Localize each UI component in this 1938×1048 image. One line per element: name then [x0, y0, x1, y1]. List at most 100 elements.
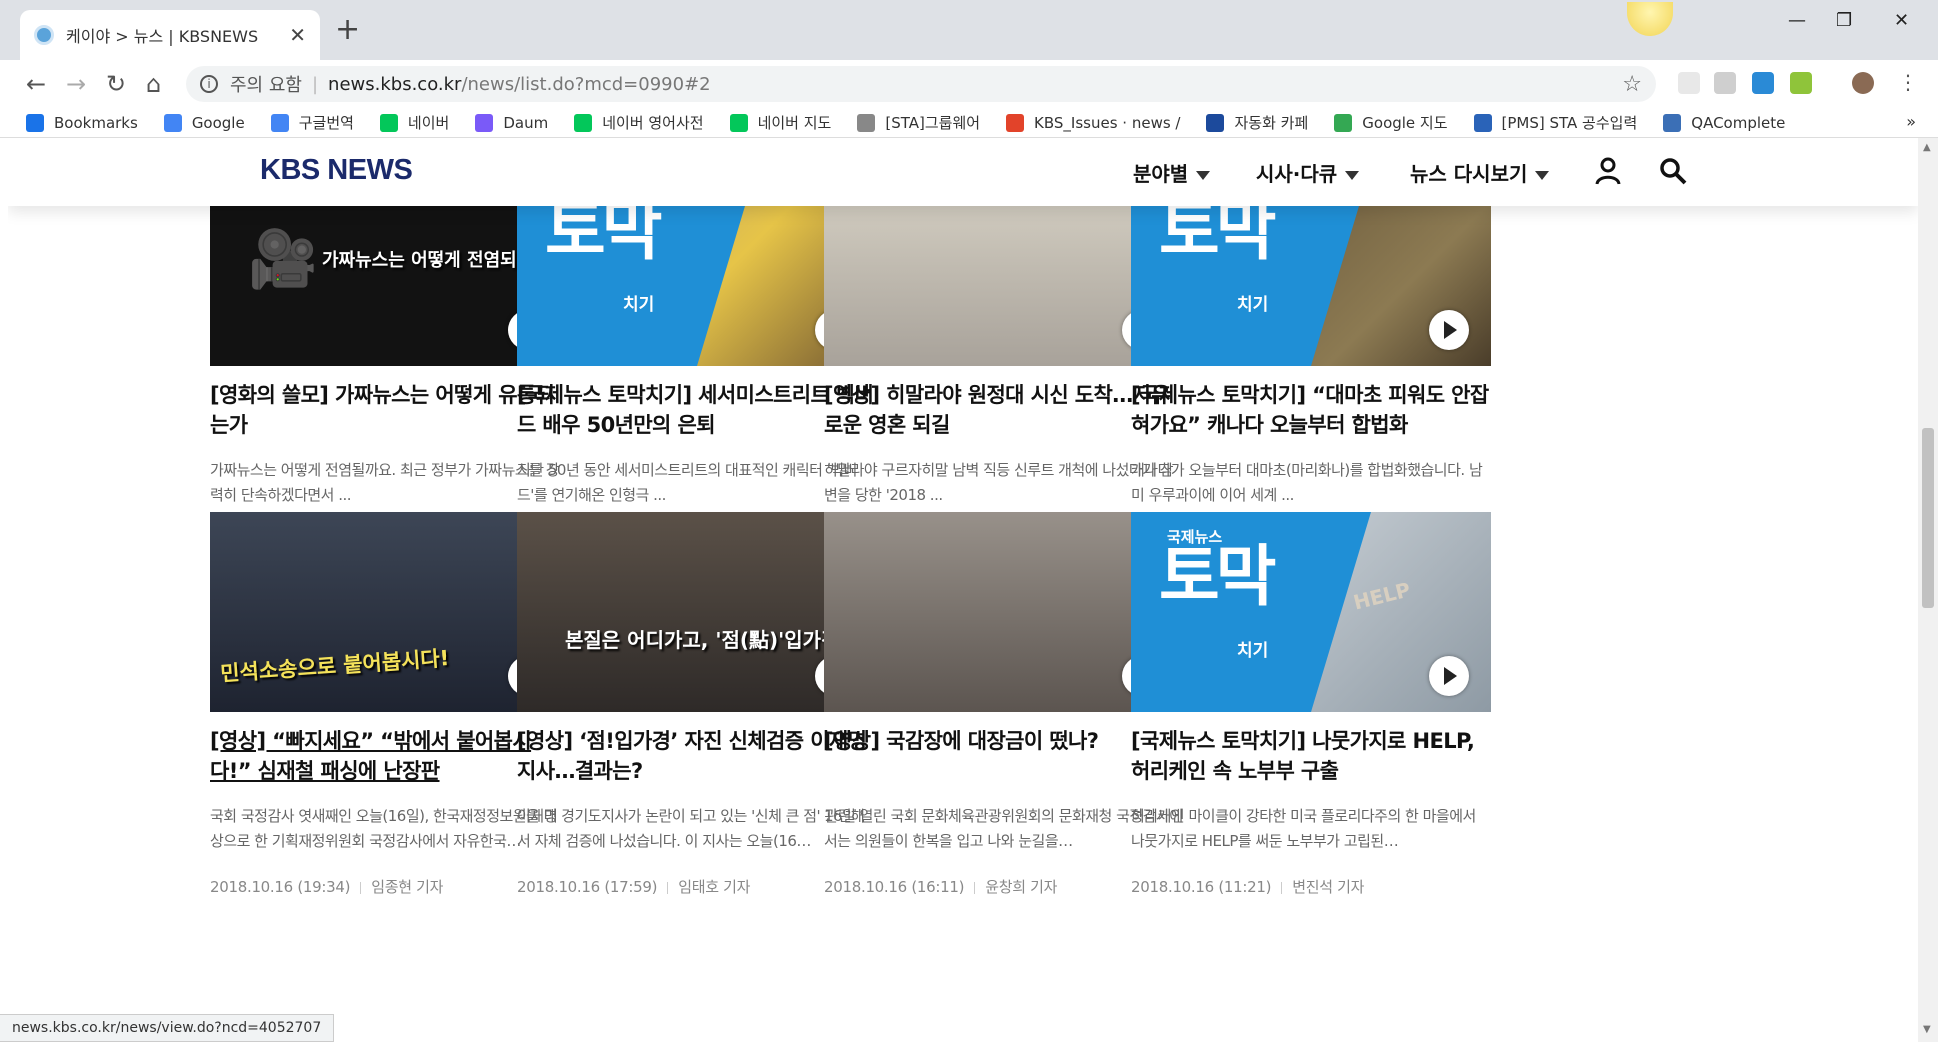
- thumbnail-series-subtitle: 치기: [1237, 641, 1269, 661]
- play-icon[interactable]: [1429, 310, 1469, 350]
- scroll-down-icon[interactable]: ▼: [1923, 1024, 1931, 1035]
- article-title[interactable]: [국제뉴스 토막치기] 나뭇가지로 HELP, 허리케인 속 노부부 구출: [1131, 726, 1491, 786]
- article-card[interactable]: [영상] 히말라야 원정대 시신 도착…자유로운 영혼 되길히말라야 구르자히말…: [824, 166, 1184, 551]
- menu-news-replay[interactable]: 뉴스 다시보기: [1410, 158, 1550, 187]
- bookmark-item[interactable]: Google 지도: [1334, 112, 1448, 133]
- article-title[interactable]: [국제뉴스 토막치기] 세서미스트리트 빅버드 배우 50년만의 은퇴: [517, 380, 877, 440]
- article-card[interactable]: 영화의 쓸모🎥가짜뉴스는 어떻게 전염되는가[영화의 쓸모] 가짜뉴스는 어떻게…: [210, 166, 570, 551]
- article-thumbnail[interactable]: [824, 512, 1184, 712]
- article-summary[interactable]: 지난 50년 동안 세서미스트리트의 대표적인 캐릭터 '빅버드'를 연기해온 …: [517, 458, 877, 508]
- google-icon: [163, 113, 182, 132]
- bookmark-item[interactable]: Bookmarks: [26, 113, 138, 132]
- pms-icon: [1473, 113, 1492, 132]
- bookmark-item[interactable]: Google: [163, 113, 245, 132]
- bookmark-item[interactable]: KBS_Issues · news /: [1006, 113, 1180, 132]
- article-card[interactable]: 본질은 어디가고, '점(點)'입가경 [영상] ‘점!입가경’ 자진 신체검증 …: [517, 512, 877, 897]
- bookmark-item[interactable]: Daum: [475, 113, 549, 132]
- article-card[interactable]: 민석소송으로 붙어봅시다! [영상] “빠지세요” “밖에서 붙어봅시다!” 심재…: [210, 512, 570, 897]
- bookmarks-overflow-button[interactable]: »: [1906, 112, 1916, 131]
- star-icon: [26, 113, 44, 132]
- address-bar[interactable]: i 주의 요함 | news.kbs.co.kr /news/list.do?m…: [186, 66, 1656, 102]
- extension-icon-1[interactable]: [1678, 72, 1700, 94]
- window-close-button[interactable]: ✕: [1894, 10, 1909, 31]
- article-reporter: 변진석 기자: [1292, 878, 1365, 896]
- extension-icon-2[interactable]: [1714, 72, 1736, 94]
- page-icon: [857, 113, 876, 132]
- bookmark-label: Daum: [503, 113, 549, 132]
- article-reporter: 윤창희 기자: [985, 878, 1058, 896]
- link-status-bar: news.kbs.co.kr/news/view.do?ncd=4052707: [0, 1014, 335, 1042]
- bookmark-item[interactable]: 네이버 영어사전: [574, 112, 704, 133]
- article-thumbnail[interactable]: 국제뉴스 토막 치기 HELP: [1131, 512, 1491, 712]
- article-meta: 2018.10.16 (17:59) 임태호 기자: [517, 876, 877, 897]
- play-icon[interactable]: [1429, 656, 1469, 696]
- article-meta: 2018.10.16 (11:21) 변진석 기자: [1131, 876, 1491, 897]
- url-host: news.kbs.co.kr: [328, 73, 462, 95]
- thumbnail-caption: 본질은 어디가고, '점(點)'입가경: [565, 628, 840, 652]
- bookmark-item[interactable]: 네이버: [379, 112, 449, 133]
- menu-current-affairs[interactable]: 시사·다큐: [1256, 158, 1360, 187]
- maximize-button[interactable]: ❐: [1836, 10, 1852, 31]
- article-summary[interactable]: 국회 국정감사 엿새째인 오늘(16일), 한국재정정보원을 대상으로 한 기획…: [210, 804, 570, 854]
- bookmark-item[interactable]: 네이버 지도: [729, 112, 831, 133]
- article-card[interactable]: 국제뉴스 토막 치기 HELP [국제뉴스 토막치기] 나뭇가지로 HELP, 허리케인…: [1131, 512, 1491, 897]
- browser-tab-active[interactable]: 케이야 > 뉴스 | KBSNEWS ✕: [20, 10, 320, 60]
- article-title[interactable]: [영상] 히말라야 원정대 시신 도착…자유로운 영혼 되길: [824, 380, 1184, 440]
- article-summary[interactable]: 허리케인 마이클이 강타한 미국 플로리다주의 한 마을에서 나뭇가지로 HEL…: [1131, 804, 1491, 854]
- article-title[interactable]: [영화의 쓸모] 가짜뉴스는 어떻게 유통되는가: [210, 380, 570, 440]
- bookmark-item[interactable]: QAComplete: [1663, 113, 1785, 132]
- url-path: /news/list.do?mcd=0990#2: [461, 73, 711, 95]
- article-title[interactable]: [영상] “빠지세요” “밖에서 붙어봅시다!” 심재철 패싱에 난장판: [210, 726, 570, 786]
- kbs-favicon-icon: [34, 25, 54, 45]
- menu-category[interactable]: 분야별: [1133, 158, 1211, 187]
- new-tab-button[interactable]: +: [335, 12, 360, 47]
- article-card[interactable]: 국제뉴스토막치기[국제뉴스 토막치기] 세서미스트리트 빅버드 배우 50년만의…: [517, 166, 877, 551]
- bookmark-label: [STA]그룹웨어: [885, 114, 981, 132]
- article-title[interactable]: [영상] 국감장에 대장금이 떴나?: [824, 726, 1184, 786]
- article-date: 2018.10.16 (16:11): [824, 878, 965, 896]
- article-date: 2018.10.16 (11:21): [1131, 878, 1272, 896]
- naver-icon: [379, 113, 398, 132]
- extension-icon-4[interactable]: [1790, 72, 1812, 94]
- scrollbar-thumb[interactable]: [1922, 428, 1934, 608]
- article-summary[interactable]: 캐나다가 오늘부터 대마초(마리화나)를 합법화했습니다. 남미 우루과이에 이…: [1131, 458, 1491, 508]
- user-icon[interactable]: [1593, 156, 1623, 186]
- extension-icon-3[interactable]: [1752, 72, 1774, 94]
- meta-divider: [974, 881, 976, 894]
- article-thumbnail[interactable]: 민석소송으로 붙어봅시다!: [210, 512, 570, 712]
- bookmark-star-icon[interactable]: ☆: [1622, 72, 1642, 97]
- thumbnail-caption: 민석소송으로 붙어봅시다!: [219, 646, 451, 686]
- forward-arrow-icon[interactable]: →: [66, 70, 86, 98]
- article-card[interactable]: [영상] 국감장에 대장금이 떴나? 16일 열린 국회 문화체육관광위원회의 문…: [824, 512, 1184, 897]
- minimize-button[interactable]: —: [1788, 10, 1806, 31]
- bookmark-item[interactable]: 구글번역: [270, 112, 354, 133]
- article-title[interactable]: [영상] ‘점!입가경’ 자진 신체검증 이재명 지사…결과는?: [517, 726, 877, 786]
- article-summary[interactable]: 16일 열린 국회 문화체육관광위원회의 문화재청 국정감사에서는 의원들이 한…: [824, 804, 1184, 854]
- home-icon[interactable]: ⌂: [146, 70, 161, 98]
- browser-toolbar: ← → ↻ ⌂ i 주의 요함 | news.kbs.co.kr /news/l…: [0, 60, 1938, 108]
- article-summary[interactable]: 가짜뉴스는 어떻게 전염될까요. 최근 정부가 가짜뉴스를 강력히 단속하겠다면…: [210, 458, 570, 508]
- article-summary[interactable]: 이재명 경기도지사가 논란이 되고 있는 '신체 큰 점' 관련해서 자체 검증…: [517, 804, 877, 854]
- scroll-up-icon[interactable]: ▲: [1923, 142, 1931, 153]
- daum-icon: [475, 113, 494, 132]
- search-icon[interactable]: [1658, 156, 1688, 186]
- article-date: 2018.10.16 (19:34): [210, 878, 351, 896]
- site-info-icon[interactable]: i: [200, 75, 218, 93]
- bookmark-item[interactable]: [STA]그룹웨어: [857, 112, 980, 133]
- article-thumbnail[interactable]: 본질은 어디가고, '점(點)'입가경: [517, 512, 877, 712]
- gitlab-icon: [1006, 113, 1025, 132]
- thumbnail-caption: 가짜뉴스는 어떻게 전염되는가: [322, 250, 550, 271]
- bookmark-item[interactable]: 자동화 카페: [1206, 112, 1308, 133]
- article-card[interactable]: 국제뉴스토막치기[국제뉴스 토막치기] “대마초 피워도 안잡혀가요” 캐나다 …: [1131, 166, 1491, 551]
- browser-menu-icon[interactable]: ⋮: [1898, 70, 1918, 94]
- article-summary[interactable]: 히말라야 구르자히말 남벽 직등 신루트 개척에 나섰다가 참변을 당한 '20…: [824, 458, 1184, 508]
- vertical-scrollbar[interactable]: ▲ ▼: [1918, 138, 1938, 1042]
- reload-icon[interactable]: ↻: [106, 70, 126, 98]
- kbs-news-logo[interactable]: KBS NEWS: [260, 154, 413, 187]
- tab-close-icon[interactable]: ✕: [289, 23, 306, 47]
- article-title[interactable]: [국제뉴스 토막치기] “대마초 피워도 안잡혀가요” 캐나다 오늘부터 합법화: [1131, 380, 1491, 440]
- profile-avatar[interactable]: [1852, 72, 1874, 94]
- naver-map-icon: [729, 113, 748, 132]
- back-arrow-icon[interactable]: ←: [26, 70, 46, 98]
- bookmark-item[interactable]: [PMS] STA 공수입력: [1473, 112, 1637, 133]
